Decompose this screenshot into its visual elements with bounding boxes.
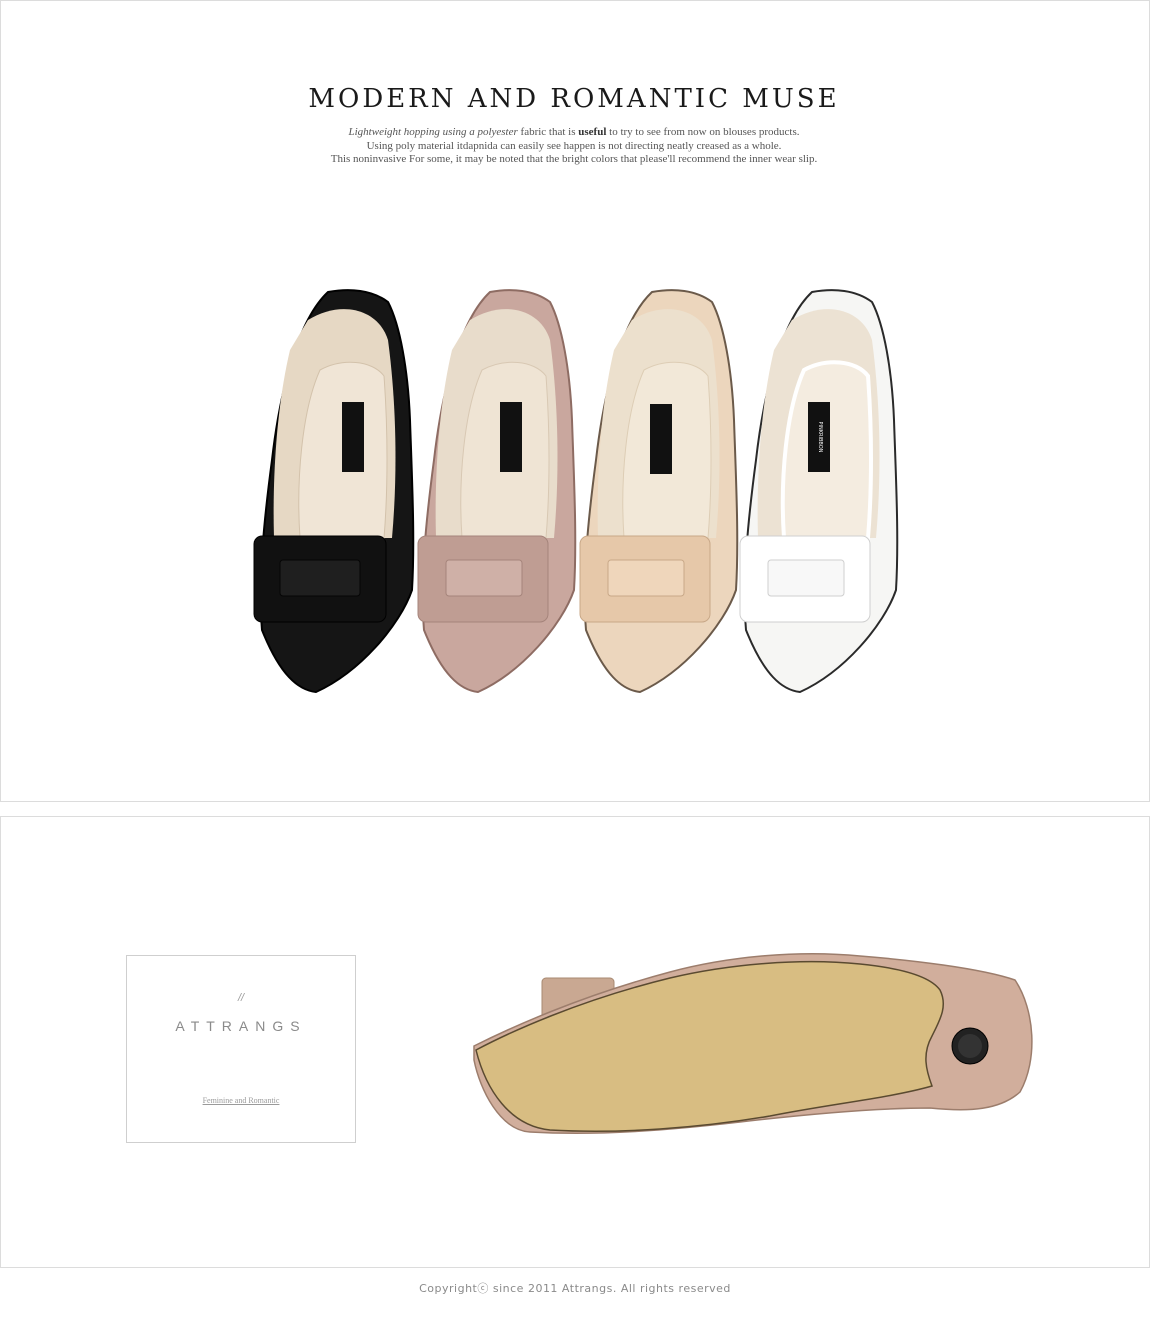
product-description: Lightweight hopping using a polyester fa… (0, 126, 1148, 167)
description-line-2: Using poly material itdapnida can easily… (366, 139, 782, 152)
brand-box: // ATTRANGS Feminine and Romantic (126, 955, 356, 1143)
description-line-1: Lightweight hopping using a polyester fa… (348, 126, 800, 138)
shoe-sole-view-image (473, 952, 1033, 1135)
brand-tagline-link[interactable]: Feminine and Romantic (127, 1096, 355, 1105)
shoe-white: PINKRIBBON (739, 289, 899, 693)
svg-text:PINKRIBBON: PINKRIBBON (817, 422, 823, 453)
description-line-3: This noninvasive For some, it may be not… (330, 153, 818, 165)
brand-name: ATTRANGS (175, 1018, 307, 1034)
shoe-pink (417, 289, 577, 693)
footer-copyright: Copyrightⓒ since 2011 Attrangs. All righ… (419, 1282, 731, 1295)
page-title: MODERN AND ROMANTIC MUSE (308, 84, 840, 114)
brand-slash: // (237, 992, 245, 1004)
shoes-top-view-image: PINKRIBBON (253, 289, 899, 693)
shoe-beige (579, 289, 739, 693)
shoe-black (253, 289, 415, 693)
